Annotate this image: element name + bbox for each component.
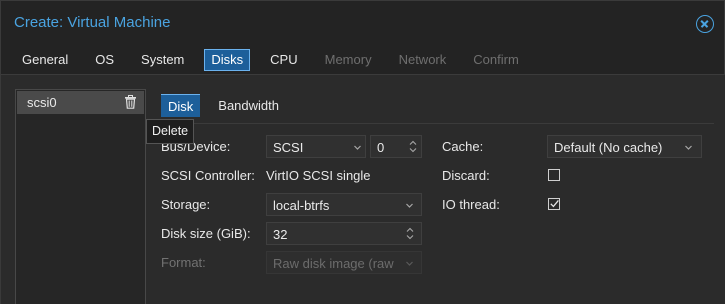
device-number-value: 0 [377,140,385,155]
create-vm-window: Create: Virtual Machine General OS Syste… [0,0,725,304]
close-icon[interactable] [696,15,714,33]
io-thread-checkbox[interactable] [548,198,560,210]
format-select-value: Raw disk image (raw [273,256,394,271]
spinner-icon[interactable] [406,226,414,241]
disk-size-value: 32 [273,227,288,242]
disk-size-stepper[interactable]: 32 [266,222,422,245]
tab-cpu[interactable]: CPU [263,49,304,71]
disk-list: scsi0 [15,89,146,304]
disk-size-label: Disk size (GiB): [161,226,251,241]
tab-os[interactable]: OS [88,49,121,71]
bus-select[interactable]: SCSI [266,135,366,158]
tab-memory: Memory [324,52,372,67]
disk-list-item-label: scsi0 [27,95,57,110]
disk-list-item[interactable]: scsi0 [17,91,144,114]
storage-select[interactable]: local-btrfs [266,193,422,216]
format-label: Format: [161,255,206,270]
delete-tooltip: Delete [146,119,195,144]
storage-select-value: local-btrfs [273,198,330,213]
discard-label: Discard: [442,168,490,183]
device-number-stepper[interactable]: 0 [370,135,422,158]
subtabs-divider [161,123,714,124]
subtab-bandwidth[interactable]: Bandwidth [211,94,286,117]
tab-system[interactable]: System [134,49,191,71]
chevron-down-icon [406,203,413,208]
chevron-down-icon [406,261,413,266]
bus-select-value: SCSI [273,140,304,155]
format-select: Raw disk image (raw [266,251,422,274]
disk-subtabs: Disk Bandwidth [161,94,297,117]
cache-label: Cache: [442,139,484,154]
wizard-tabs: General OS System Disks CPU Memory Netwo… [15,49,539,71]
cache-select[interactable]: Default (No cache) [547,135,702,158]
tab-confirm: Confirm [473,52,519,67]
tab-network: Network [398,52,447,67]
window-titlebar: Create: Virtual Machine [1,1,725,43]
discard-checkbox[interactable] [548,169,560,181]
storage-label: Storage: [161,197,211,212]
scsi-controller-label: SCSI Controller: [161,168,255,183]
trash-icon[interactable] [124,95,137,109]
cache-select-value: Default (No cache) [554,140,663,155]
chevron-down-icon [685,145,692,150]
disks-panel: scsi0 Delete Disk Bandwidth Bus/Device: … [1,75,725,304]
spinner-icon[interactable] [409,139,417,154]
window-title: Create: Virtual Machine [14,14,171,31]
tab-disks[interactable]: Disks [204,49,251,71]
checkmark-icon [550,199,559,208]
chevron-down-icon [354,145,361,150]
scsi-controller-value: VirtIO SCSI single [266,168,371,183]
subtab-disk[interactable]: Disk [161,94,201,117]
io-thread-label: IO thread: [442,197,500,212]
tab-general[interactable]: General [15,49,75,71]
